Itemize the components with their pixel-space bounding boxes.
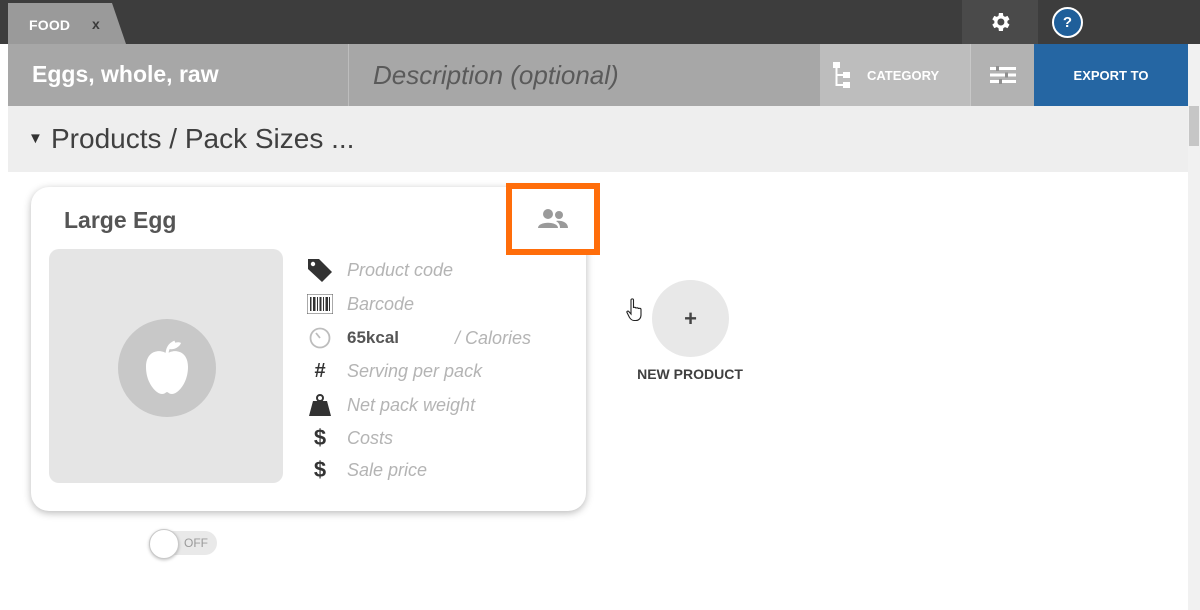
net-weight-placeholder: Net pack weight bbox=[347, 395, 476, 415]
calories-unit: / Calories bbox=[455, 328, 532, 348]
weight-icon bbox=[309, 394, 331, 416]
item-header: Eggs, whole, raw Description (optional) … bbox=[8, 44, 1188, 106]
tab-food[interactable]: FOOD x bbox=[8, 3, 112, 44]
item-title[interactable]: Eggs, whole, raw bbox=[32, 61, 219, 88]
hierarchy-icon bbox=[833, 62, 850, 88]
tag-icon bbox=[308, 259, 332, 282]
users-icon bbox=[538, 209, 568, 228]
sale-price-placeholder: Sale price bbox=[347, 460, 428, 480]
hand-cursor-icon bbox=[626, 298, 642, 322]
product-name[interactable]: Large Egg bbox=[64, 207, 176, 234]
sale-price-field[interactable]: $ Sale price bbox=[305, 457, 427, 483]
dollar-icon: $ bbox=[313, 425, 327, 450]
calories-value: 65kcal bbox=[347, 328, 399, 347]
serving-placeholder: Serving per pack bbox=[347, 361, 483, 381]
new-product-label[interactable]: NEW PRODUCT bbox=[620, 366, 760, 382]
product-image-placeholder[interactable]: OFF bbox=[49, 249, 283, 559]
section-header[interactable]: ▼ Products / Pack Sizes ... bbox=[8, 106, 1188, 172]
barcode-placeholder: Barcode bbox=[347, 294, 415, 314]
gear-icon bbox=[992, 13, 1010, 31]
dollar-icon: $ bbox=[313, 457, 327, 482]
calories-field[interactable]: 65kcal / Calories bbox=[305, 325, 531, 351]
costs-field[interactable]: $ Costs bbox=[305, 425, 393, 451]
help-button[interactable]: ? bbox=[1052, 7, 1083, 38]
costs-placeholder: Costs bbox=[347, 428, 394, 448]
description-placeholder: Description (optional) bbox=[373, 59, 619, 90]
net-weight-field[interactable]: Net pack weight bbox=[305, 392, 475, 418]
description-input[interactable]: Description (optional) bbox=[348, 44, 820, 106]
collapse-triangle-icon[interactable]: ▼ bbox=[28, 130, 43, 147]
tab-label: FOOD bbox=[29, 17, 71, 33]
category-label: CATEGORY bbox=[867, 68, 940, 83]
active-toggle[interactable]: OFF bbox=[149, 529, 217, 559]
settings-button[interactable] bbox=[962, 0, 1038, 44]
share-button-highlight[interactable] bbox=[506, 183, 600, 255]
new-product-button[interactable]: + bbox=[652, 280, 729, 357]
toggle-knob[interactable] bbox=[149, 529, 179, 559]
hash-icon: # bbox=[314, 359, 326, 382]
toggle-label: OFF bbox=[184, 536, 208, 550]
barcode-field[interactable]: Barcode bbox=[305, 291, 414, 317]
apple-icon-circle bbox=[118, 319, 216, 417]
export-button[interactable]: EXPORT TO bbox=[1034, 44, 1188, 106]
category-button[interactable]: CATEGORY bbox=[820, 44, 970, 106]
scrollbar-thumb[interactable] bbox=[1189, 106, 1199, 146]
serving-field[interactable]: # Serving per pack bbox=[305, 358, 482, 384]
gauge-icon bbox=[309, 327, 331, 349]
section-title: Products / Pack Sizes ... bbox=[51, 123, 355, 154]
sliders-icon bbox=[989, 66, 1016, 84]
filter-settings-button[interactable] bbox=[970, 44, 1034, 106]
tab-notch bbox=[112, 3, 126, 44]
barcode-icon bbox=[307, 294, 333, 314]
apple-icon bbox=[146, 340, 188, 394]
product-card[interactable]: Large Egg OFF Product code Barcode 65kca… bbox=[31, 183, 600, 559]
tab-close-button[interactable]: x bbox=[92, 16, 100, 32]
product-code-field[interactable]: Product code bbox=[305, 257, 453, 283]
product-code-placeholder: Product code bbox=[347, 260, 454, 280]
